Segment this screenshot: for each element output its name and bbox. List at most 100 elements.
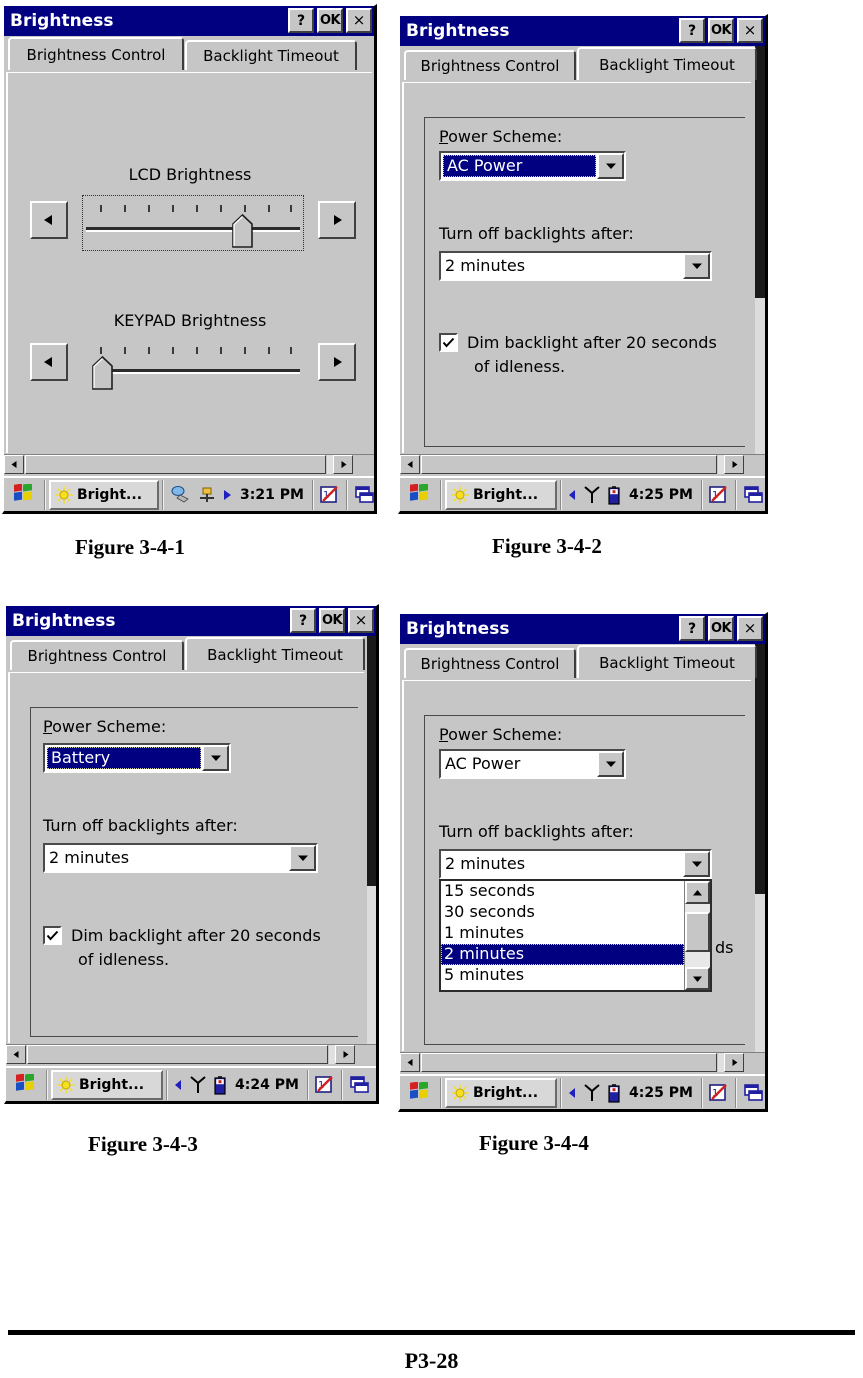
battery-icon[interactable] [607,1083,621,1103]
power-scheme-combobox[interactable]: Battery [43,743,231,773]
tab-backlight-timeout[interactable]: Backlight Timeout [577,47,757,80]
ok-button[interactable]: OK [708,616,734,641]
scroll-right-button[interactable] [724,455,744,474]
pen-pad-icon[interactable]: 1 [708,1083,730,1103]
taskbar-item-brightness[interactable]: Bright... [445,480,557,510]
chevron-down-icon[interactable] [289,845,316,871]
clock[interactable]: 4:24 PM [232,1077,302,1093]
clock[interactable]: 3:21 PM [237,487,307,503]
backlight-timeout-combobox[interactable]: 2 minutes [439,849,712,879]
taskbar-item-brightness[interactable]: Bright... [51,1070,163,1100]
dim-backlight-checkbox[interactable] [439,333,458,352]
close-button[interactable]: × [737,616,763,641]
tab-brightness-control[interactable]: Brightness Control [404,50,576,80]
window-vertical-scrollbar[interactable] [755,46,765,455]
scroll-right-button[interactable] [333,455,353,474]
usb-plug-icon[interactable] [197,485,217,505]
tab-brightness-control[interactable]: Brightness Control [10,640,184,670]
window-vertical-scrollbar[interactable] [367,636,376,1045]
clock[interactable]: 4:25 PM [626,487,696,503]
windows-switch-icon[interactable] [348,1075,370,1095]
clock[interactable]: 4:25 PM [626,1085,696,1101]
taskbar-item-brightness[interactable]: Bright... [49,480,159,510]
battery-icon[interactable] [607,485,621,505]
scrollbar-thumb[interactable] [27,1045,328,1064]
chevron-down-icon[interactable] [597,153,624,179]
scrollbar-thumb[interactable] [685,912,710,952]
windows-switch-icon[interactable] [353,485,375,505]
scrollbar-thumb[interactable] [421,455,717,474]
scrollbar-thumb[interactable] [25,455,326,474]
scroll-down-button[interactable] [685,967,710,990]
ok-button[interactable]: OK [317,8,343,33]
pen-pad-icon[interactable]: 1 [708,485,730,505]
keypad-decrease-button[interactable] [30,343,68,381]
window-vertical-scrollbar[interactable] [755,644,765,1053]
lcd-brightness-slider[interactable] [82,195,304,251]
help-button[interactable]: ? [288,8,314,33]
scroll-left-button[interactable] [4,455,24,474]
network-connection-icon[interactable] [170,485,192,505]
backlight-timeout-combobox[interactable]: 2 minutes [439,251,712,281]
lcd-increase-button[interactable] [318,201,356,239]
scroll-left-button[interactable] [400,1053,420,1072]
dropdown-option[interactable]: 15 seconds [441,881,684,902]
slider-thumb[interactable] [232,213,253,248]
tab-brightness-control[interactable]: Brightness Control [8,37,184,70]
horizontal-scrollbar[interactable] [400,1052,765,1072]
dropdown-option[interactable]: 1 minutes [441,923,684,944]
scrollbar-thumb[interactable] [421,1053,717,1072]
close-button[interactable]: × [737,18,763,43]
start-button[interactable] [4,479,44,511]
backlight-timeout-dropdown-list[interactable]: 15 seconds 30 seconds 1 minutes 2 minute… [439,879,712,992]
scroll-up-button[interactable] [685,881,710,904]
scrollbar-track[interactable] [685,904,710,967]
pen-pad-icon[interactable]: 1 [314,1075,336,1095]
taskbar-item-brightness[interactable]: Bright... [445,1078,557,1108]
help-button[interactable]: ? [290,608,316,633]
power-scheme-combobox[interactable]: AC Power [439,151,626,181]
ok-button[interactable]: OK [319,608,345,633]
ok-button[interactable]: OK [708,18,734,43]
scroll-left-button[interactable] [6,1045,26,1064]
left-arrow-icon[interactable] [568,1087,577,1099]
dropdown-option[interactable]: 5 minutes [441,965,684,986]
close-button[interactable]: × [348,608,374,633]
chevron-down-icon[interactable] [597,751,624,777]
horizontal-scrollbar[interactable] [4,454,374,474]
chevron-down-icon[interactable] [683,851,710,877]
windows-switch-icon[interactable] [742,1083,764,1103]
horizontal-scrollbar[interactable] [400,454,765,474]
left-arrow-icon[interactable] [174,1079,183,1091]
pen-pad-icon[interactable]: 1 [319,485,341,505]
dropdown-option-selected[interactable]: 2 minutes [441,944,684,965]
arrow-right-icon[interactable] [222,489,232,501]
antenna-icon[interactable] [582,1083,602,1103]
tab-brightness-control[interactable]: Brightness Control [404,648,576,678]
scroll-right-button[interactable] [724,1053,744,1072]
horizontal-scrollbar[interactable] [6,1044,376,1064]
start-button[interactable] [400,479,440,511]
chevron-down-icon[interactable] [202,745,229,771]
dropdown-option[interactable]: 30 seconds [441,902,684,923]
scrollbar-thumb[interactable] [367,636,376,886]
chevron-down-icon[interactable] [683,253,710,279]
left-arrow-icon[interactable] [568,489,577,501]
scroll-left-button[interactable] [400,455,420,474]
scrollbar-thumb[interactable] [755,46,765,298]
slider-thumb[interactable] [92,355,113,390]
close-button[interactable]: × [346,8,372,33]
start-button[interactable] [400,1077,440,1109]
lcd-decrease-button[interactable] [30,201,68,239]
tab-backlight-timeout[interactable]: Backlight Timeout [185,637,365,670]
help-button[interactable]: ? [679,18,705,43]
start-button[interactable] [6,1069,46,1101]
tab-backlight-timeout[interactable]: Backlight Timeout [577,645,757,678]
scroll-right-button[interactable] [335,1045,355,1064]
backlight-timeout-combobox[interactable]: 2 minutes [43,843,318,873]
power-scheme-combobox[interactable]: AC Power [439,749,626,779]
windows-switch-icon[interactable] [742,485,764,505]
keypad-increase-button[interactable] [318,343,356,381]
scrollbar-thumb[interactable] [755,644,765,894]
battery-icon[interactable] [213,1075,227,1095]
